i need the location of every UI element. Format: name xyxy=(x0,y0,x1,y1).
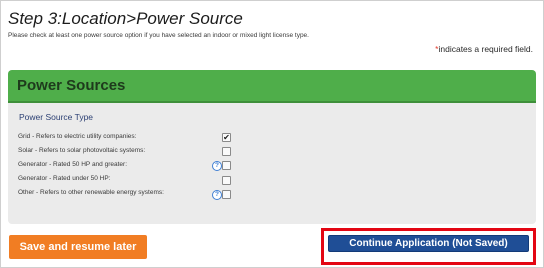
required-field-note: *indicates a required field. xyxy=(435,44,533,54)
continue-application-button[interactable]: Continue Application (Not Saved) xyxy=(328,235,529,252)
panel-title: Power Sources xyxy=(17,77,126,94)
option-label-solar: Solar - Refers to solar photovoltaic sys… xyxy=(18,147,146,154)
checkbox-generator-50hp-plus[interactable] xyxy=(222,161,231,170)
help-icon[interactable]: ? xyxy=(212,161,222,171)
checkbox-grid[interactable]: ✔ xyxy=(222,133,231,142)
save-and-resume-button[interactable]: Save and resume later xyxy=(9,235,147,259)
option-label-grid: Grid - Refers to electric utility compan… xyxy=(18,133,137,140)
checkbox-solar[interactable] xyxy=(222,147,231,156)
help-icon[interactable]: ? xyxy=(212,190,222,200)
power-source-type-label: Power Source Type xyxy=(19,112,94,122)
option-label-other: Other - Refers to other renewable energy… xyxy=(18,189,164,196)
checkbox-generator-under-50hp[interactable] xyxy=(222,176,231,185)
option-label-generator-50hp-plus: Generator - Rated 50 HP and greater: xyxy=(18,161,127,168)
required-note-text: indicates a required field. xyxy=(438,44,533,54)
option-label-generator-under-50hp: Generator - Rated under 50 HP: xyxy=(18,175,111,182)
page-title: Step 3:Location>Power Source xyxy=(8,9,243,28)
check-mark-icon: ✔ xyxy=(223,133,230,142)
instructions-text: Please check at least one power source o… xyxy=(8,32,309,39)
checkbox-other[interactable] xyxy=(222,190,231,199)
power-sources-panel: Power Sources Power Source Type Grid - R… xyxy=(8,70,536,224)
